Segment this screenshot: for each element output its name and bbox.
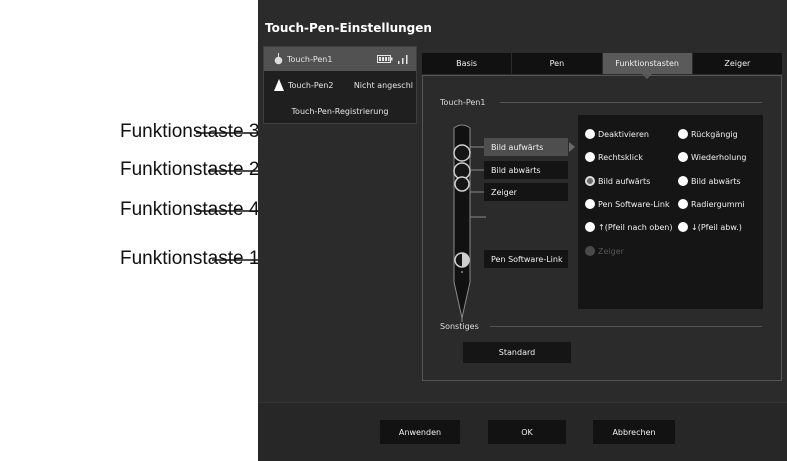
- radio-icon: [678, 222, 688, 232]
- option-radiergummi[interactable]: Radiergummi: [678, 199, 745, 209]
- tab-pen[interactable]: Pen: [512, 53, 603, 74]
- radio-icon: [678, 176, 688, 186]
- radio-icon: [678, 199, 688, 209]
- pen-registration-button[interactable]: Touch-Pen-Registrierung: [264, 99, 416, 123]
- pen-list-item-touch-pen2[interactable]: Touch-Pen2 Nicht angeschl: [264, 73, 416, 97]
- pen-list-item-touch-pen1[interactable]: Touch-Pen1: [264, 47, 416, 71]
- option-rueckgaengig[interactable]: Rückgängig: [678, 129, 738, 139]
- option-rechtsklick[interactable]: Rechtsklick: [585, 152, 643, 162]
- pen-list: Touch-Pen1 Touch-Pen2 Nicht angeschl Tou…: [263, 46, 417, 124]
- function-options-panel: Deaktivieren Rückgängig Rechtsklick Wied…: [578, 115, 763, 309]
- settings-tabs: Basis Pen Funktionstasten Zeiger: [422, 53, 782, 79]
- function-key-3-button[interactable]: Bild aufwärts: [484, 138, 568, 156]
- pen-button-3: [453, 144, 471, 162]
- radio-icon: [678, 129, 688, 139]
- pen-name: Touch-Pen1: [287, 54, 333, 64]
- tab-funktionstasten[interactable]: Funktionstasten: [602, 53, 693, 79]
- pen-name: Touch-Pen2: [288, 80, 334, 90]
- battery-icon: [377, 55, 393, 63]
- option-bild-abwaerts[interactable]: Bild abwärts: [678, 176, 741, 186]
- radio-checked-icon: [585, 176, 595, 186]
- pen-round-icon: [274, 53, 283, 65]
- option-pen-software-link[interactable]: Pen Software-Link: [585, 199, 670, 209]
- tab-basis[interactable]: Basis: [422, 53, 513, 74]
- pen-status: Nicht angeschl: [353, 80, 413, 90]
- function-key-4-button[interactable]: Zeiger: [484, 183, 568, 201]
- option-pfeil-abw[interactable]: ↓(Pfeil abw.): [678, 222, 742, 232]
- radio-icon: [585, 152, 595, 162]
- pen-button-4: [454, 176, 470, 192]
- dialog-title: Touch-Pen-Einstellungen: [265, 21, 432, 35]
- radio-disabled-icon: [585, 246, 595, 256]
- function-key-1-button[interactable]: Pen Software-Link: [484, 250, 568, 268]
- section-pen-label: Touch-Pen1: [440, 98, 486, 107]
- touch-pen-settings-dialog: Touch-Pen-Einstellungen Touch-Pen1 Touch…: [258, 0, 787, 461]
- option-bild-aufwaerts[interactable]: Bild aufwärts: [585, 176, 650, 186]
- standard-button[interactable]: Standard: [463, 342, 571, 363]
- callout-label-key2: Funktionstaste 2: [120, 159, 260, 180]
- pen-status: [377, 47, 413, 71]
- callout-label-key4: Funktionstaste 4: [120, 199, 260, 220]
- callout-label-key1: Funktionstaste 1: [120, 248, 260, 269]
- option-zeiger: Zeiger: [585, 246, 624, 256]
- pen-triangle-icon: [274, 79, 284, 91]
- radio-icon: [585, 129, 595, 139]
- tab-zeiger[interactable]: Zeiger: [692, 53, 782, 74]
- radio-icon: [678, 152, 688, 162]
- apply-button[interactable]: Anwenden: [380, 420, 460, 444]
- signal-icon: [398, 55, 408, 64]
- selection-arrow-icon: [569, 142, 575, 152]
- section-divider: [500, 102, 762, 103]
- radio-icon: [585, 199, 595, 209]
- option-deaktivieren[interactable]: Deaktivieren: [585, 129, 649, 139]
- ok-button[interactable]: OK: [488, 420, 566, 444]
- cancel-button[interactable]: Abbrechen: [593, 420, 675, 444]
- section-other-label: Sonstiges: [440, 322, 479, 331]
- callout-label-key3: Funktionstaste 3: [120, 121, 260, 142]
- section-divider: [490, 326, 762, 327]
- option-pfeil-nach-oben[interactable]: ↑(Pfeil nach oben): [585, 222, 672, 232]
- option-wiederholung[interactable]: Wiederholung: [678, 152, 746, 162]
- radio-icon: [585, 222, 595, 232]
- function-key-2-button[interactable]: Bild abwärts: [484, 161, 568, 179]
